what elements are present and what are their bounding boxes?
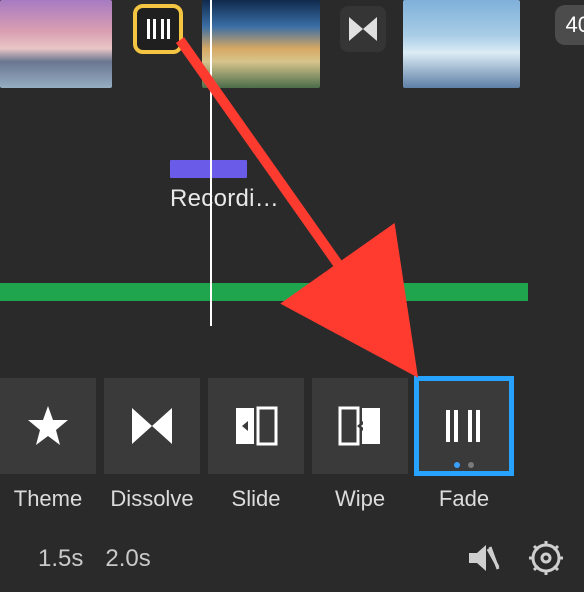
label-slide: Slide [208, 486, 304, 512]
label-fade: Fade [416, 486, 512, 512]
transition-thumb-1[interactable] [135, 6, 181, 52]
duration-options: 1.5s 2.0s [38, 545, 151, 573]
gear-icon[interactable] [528, 540, 564, 581]
star-icon [26, 404, 70, 448]
corner-badge: 40 [555, 5, 584, 45]
audio-clip-label: Recordi… [170, 185, 279, 213]
label-dissolve: Dissolve [104, 486, 200, 512]
slide-icon [234, 406, 278, 446]
transition-picker [0, 378, 584, 474]
fade-icon [440, 406, 488, 446]
dissolve-icon [347, 15, 379, 43]
clip-1[interactable] [0, 0, 112, 88]
label-theme: Theme [0, 486, 96, 512]
duration-2[interactable]: 2.0s [105, 545, 150, 573]
mute-icon[interactable] [466, 541, 500, 580]
audio-clip[interactable] [170, 160, 247, 178]
music-track[interactable] [0, 283, 528, 301]
clip-2[interactable] [202, 0, 320, 88]
wipe-icon [338, 406, 382, 446]
transition-wipe[interactable] [312, 378, 408, 474]
label-wipe: Wipe [312, 486, 408, 512]
transition-slide[interactable] [208, 378, 304, 474]
transition-theme[interactable] [0, 378, 96, 474]
playhead[interactable] [210, 0, 212, 326]
timeline[interactable]: Recordi… [0, 0, 584, 260]
transition-fade[interactable] [416, 378, 512, 474]
transition-dissolve[interactable] [104, 378, 200, 474]
dissolve-icon [130, 406, 174, 446]
duration-1[interactable]: 1.5s [38, 545, 83, 573]
transition-labels: Theme Dissolve Slide Wipe Fade [0, 486, 512, 512]
page-dots [416, 462, 512, 468]
editor-screen: Recordi… 40 [0, 0, 584, 592]
transition-thumb-2[interactable] [340, 6, 386, 52]
clip-3[interactable] [403, 0, 520, 88]
fade-icon [144, 15, 172, 43]
